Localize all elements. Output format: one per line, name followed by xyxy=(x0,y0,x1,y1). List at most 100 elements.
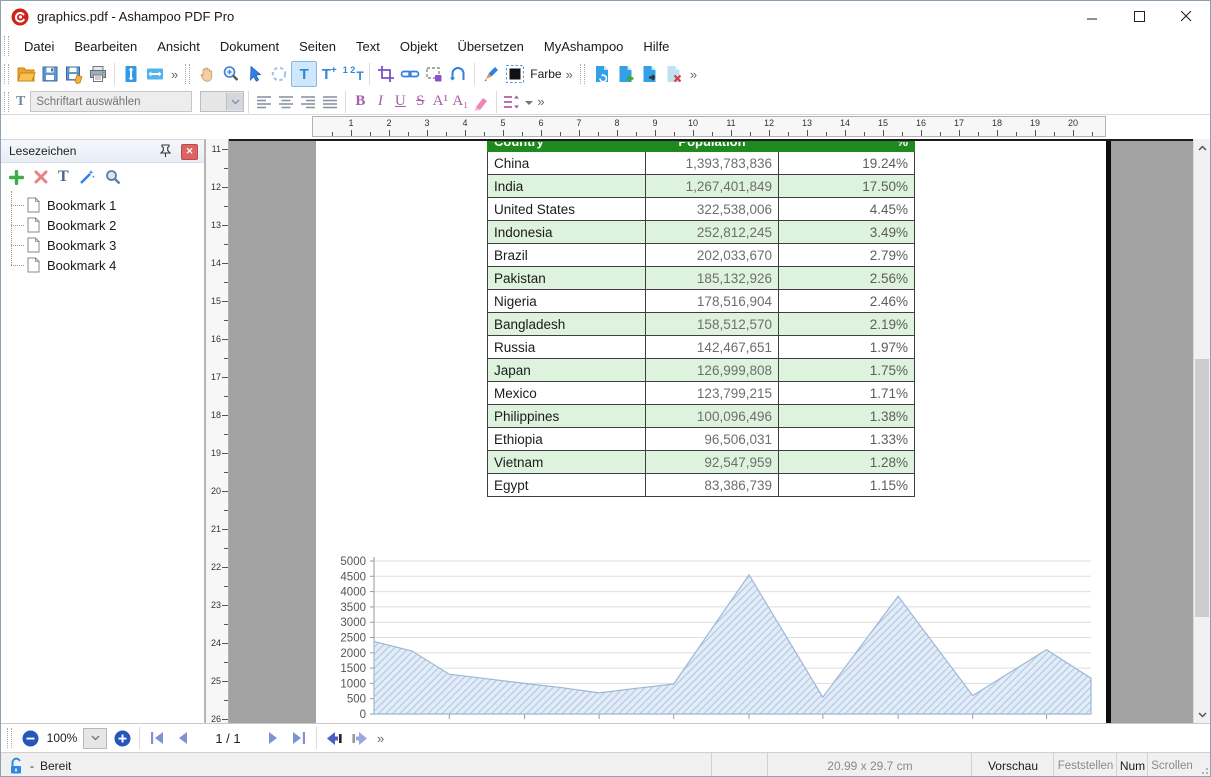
table-row[interactable]: Nigeria178,516,9042.46% xyxy=(488,290,915,313)
print-icon[interactable] xyxy=(86,62,110,86)
toolbar-grip[interactable] xyxy=(4,92,9,112)
delete-bookmark-icon[interactable] xyxy=(34,170,48,184)
cell-percent[interactable]: 1.38% xyxy=(779,405,915,428)
zoom-out-icon[interactable] xyxy=(17,727,43,749)
fit-height-icon[interactable] xyxy=(119,62,143,86)
cell-country[interactable]: United States xyxy=(488,198,646,221)
status-preview-mode[interactable]: Vorschau xyxy=(971,753,1054,777)
cell-population[interactable]: 126,999,808 xyxy=(646,359,779,382)
cell-percent[interactable]: 1.75% xyxy=(779,359,915,382)
menu-item-datei[interactable]: Datei xyxy=(14,35,64,58)
cell-population[interactable]: 92,547,959 xyxy=(646,451,779,474)
page-delete-icon[interactable] xyxy=(662,62,686,86)
history-forward-icon[interactable] xyxy=(347,727,373,749)
toolbar-overflow[interactable]: » xyxy=(373,731,388,746)
page-export-icon[interactable] xyxy=(638,62,662,86)
menu-item-hilfe[interactable]: Hilfe xyxy=(633,35,679,58)
align-center-icon[interactable] xyxy=(275,92,297,112)
text-tool-icon[interactable]: T xyxy=(291,61,317,87)
menu-item-bearbeiten[interactable]: Bearbeiten xyxy=(64,35,147,58)
search-icon[interactable] xyxy=(105,169,121,185)
pin-icon[interactable] xyxy=(160,144,172,157)
select-area-icon[interactable] xyxy=(422,62,446,86)
table-row[interactable]: Philippines100,096,4961.38% xyxy=(488,405,915,428)
cell-percent[interactable]: 1.28% xyxy=(779,451,915,474)
align-left-icon[interactable] xyxy=(253,92,275,112)
superscript-icon[interactable]: A¹ xyxy=(430,93,450,110)
next-page-icon[interactable] xyxy=(260,727,286,749)
cell-country[interactable]: Ethiopia xyxy=(488,428,646,451)
cell-population[interactable]: 178,516,904 xyxy=(646,290,779,313)
cell-percent[interactable]: 2.46% xyxy=(779,290,915,313)
cell-percent[interactable]: 2.56% xyxy=(779,267,915,290)
cell-percent[interactable]: 1.33% xyxy=(779,428,915,451)
cell-country[interactable]: China xyxy=(488,152,646,175)
cell-percent[interactable]: 1.97% xyxy=(779,336,915,359)
color-swatch-icon[interactable] xyxy=(503,62,527,86)
bookmark-item-bookmark-1[interactable]: Bookmark 1 xyxy=(1,195,204,215)
cell-population[interactable]: 83,386,739 xyxy=(646,474,779,497)
save-as-icon[interactable] xyxy=(62,62,86,86)
status-scroll-lock[interactable]: Scrollen xyxy=(1147,753,1196,777)
status-num-lock[interactable]: Num xyxy=(1116,753,1148,777)
strikethrough-icon[interactable]: S xyxy=(410,93,430,110)
scroll-down-icon[interactable] xyxy=(1194,706,1210,723)
fit-width-icon[interactable] xyxy=(143,62,167,86)
wizard-icon[interactable] xyxy=(79,169,95,185)
menu-item-dokument[interactable]: Dokument xyxy=(210,35,289,58)
table-row[interactable]: Bangladesh158,512,5702.19% xyxy=(488,313,915,336)
cell-population[interactable]: 158,512,570 xyxy=(646,313,779,336)
scroll-up-icon[interactable] xyxy=(1194,139,1210,156)
cell-population[interactable]: 123,799,215 xyxy=(646,382,779,405)
cell-population[interactable]: 96,506,031 xyxy=(646,428,779,451)
table-row[interactable]: India1,267,401,84917.50% xyxy=(488,175,915,198)
cell-percent[interactable]: 2.79% xyxy=(779,244,915,267)
bold-icon[interactable]: B xyxy=(350,93,370,110)
font-size-combo[interactable] xyxy=(200,91,244,112)
last-page-icon[interactable] xyxy=(286,727,312,749)
cell-population[interactable]: 322,538,006 xyxy=(646,198,779,221)
pdf-page[interactable]: CountryPopulation%China1,393,783,83619.2… xyxy=(316,141,1106,723)
table-row[interactable]: China1,393,783,83619.24% xyxy=(488,152,915,175)
toolbar-grip[interactable] xyxy=(7,728,12,748)
cell-country[interactable]: Russia xyxy=(488,336,646,359)
cell-population[interactable]: 252,812,245 xyxy=(646,221,779,244)
chevron-down-icon[interactable] xyxy=(226,93,243,110)
align-justify-icon[interactable] xyxy=(319,92,341,112)
cell-country[interactable]: Bangladesh xyxy=(488,313,646,336)
close-button[interactable] xyxy=(1163,1,1210,32)
cell-country[interactable]: Japan xyxy=(488,359,646,382)
toolbar-overflow[interactable]: » xyxy=(686,67,701,82)
save-icon[interactable] xyxy=(38,62,62,86)
menu-item-bersetzen[interactable]: Übersetzen xyxy=(447,35,533,58)
zoom-in-icon[interactable] xyxy=(109,727,135,749)
font-select-input[interactable] xyxy=(30,91,192,112)
highlighter-icon[interactable] xyxy=(470,92,492,112)
cell-population[interactable]: 100,096,496 xyxy=(646,405,779,428)
bookmark-item-bookmark-2[interactable]: Bookmark 2 xyxy=(1,215,204,235)
cell-percent[interactable]: 17.50% xyxy=(779,175,915,198)
bookmark-item-bookmark-3[interactable]: Bookmark 3 xyxy=(1,235,204,255)
scrollbar-vertical[interactable] xyxy=(1193,139,1210,723)
table-row[interactable]: Brazil202,033,6702.79% xyxy=(488,244,915,267)
zoom-combo[interactable] xyxy=(83,728,107,749)
cell-country[interactable]: Vietnam xyxy=(488,451,646,474)
toolbar-overflow[interactable]: » xyxy=(167,67,182,82)
chevron-down-icon[interactable] xyxy=(525,93,533,111)
table-row[interactable]: Vietnam92,547,9591.28% xyxy=(488,451,915,474)
open-folder-icon[interactable] xyxy=(14,62,38,86)
pen-tool-icon[interactable] xyxy=(479,62,503,86)
crop-icon[interactable] xyxy=(374,62,398,86)
rotate-selection-icon[interactable] xyxy=(267,62,291,86)
table-row[interactable]: Japan126,999,8081.75% xyxy=(488,359,915,382)
cell-country[interactable]: Brazil xyxy=(488,244,646,267)
zoom-tool-icon[interactable] xyxy=(219,62,243,86)
bookmark-item-bookmark-4[interactable]: Bookmark 4 xyxy=(1,255,204,275)
resize-grip-icon[interactable] xyxy=(1199,765,1209,775)
align-right-icon[interactable] xyxy=(297,92,319,112)
superscript-text-icon[interactable]: 1 2T xyxy=(341,62,365,86)
first-page-icon[interactable] xyxy=(144,727,170,749)
italic-icon[interactable]: I xyxy=(370,93,390,110)
toolbar-grip[interactable] xyxy=(185,64,190,84)
menu-item-text[interactable]: Text xyxy=(346,35,390,58)
